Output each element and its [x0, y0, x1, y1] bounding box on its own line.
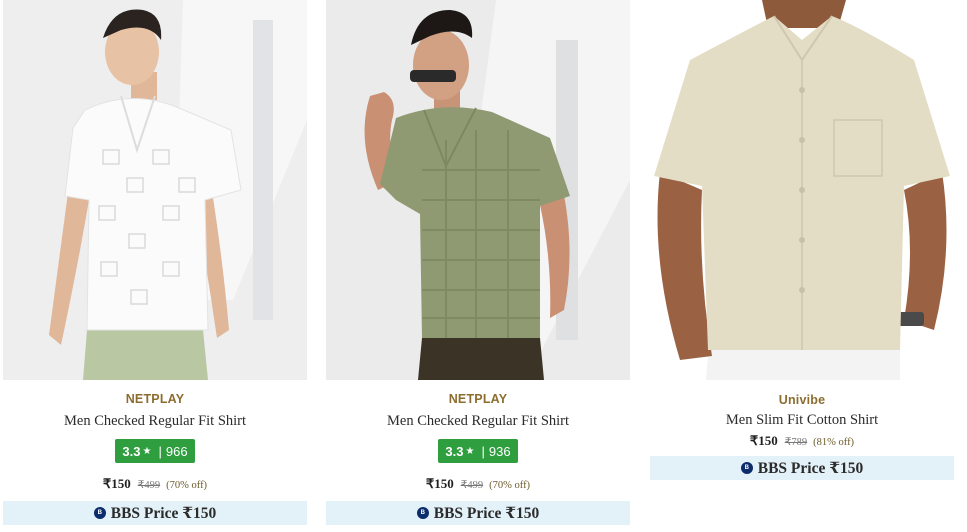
star-icon: ★ [465, 445, 475, 457]
product-title[interactable]: Men Slim Fit Cotton Shirt [650, 412, 954, 429]
olive-checked-shirt-image [326, 0, 630, 380]
bbs-price-bar: B BBS Price ₹150 [3, 501, 307, 525]
star-icon: ★ [142, 445, 152, 457]
white-checked-shirt-image [3, 0, 307, 380]
rating-separator: | [158, 443, 162, 459]
selling-price: ₹150 [749, 433, 778, 448]
mrp-price: ₹499 [137, 480, 161, 491]
selling-price: ₹150 [102, 476, 131, 491]
rating-separator: | [481, 443, 485, 459]
bbs-price-label: BBS Price ₹150 [110, 505, 217, 522]
bbs-logo-icon: B [93, 507, 106, 519]
selling-price: ₹150 [425, 476, 454, 491]
product-card[interactable]: NETPLAY Men Checked Regular Fit Shirt 3.… [3, 0, 307, 525]
product-brand: NETPLAY [125, 392, 185, 406]
product-title[interactable]: Men Checked Regular Fit Shirt [3, 413, 307, 430]
price-row: ₹150 ₹499 (70% off) [326, 475, 630, 493]
bbs-logo-icon: B [740, 462, 753, 474]
product-image[interactable] [650, 0, 954, 380]
rating-value: 3.3 [445, 443, 464, 459]
discount-text: (70% off) [166, 480, 208, 491]
product-card[interactable]: Univibe Men Slim Fit Cotton Shirt ₹150 ₹… [650, 0, 954, 480]
mrp-price: ₹789 [784, 437, 808, 448]
rating-count: 966 [165, 443, 188, 459]
bbs-price-label: BBS Price ₹150 [757, 460, 864, 477]
product-brand: NETPLAY [448, 392, 508, 406]
bbs-price-bar: B BBS Price ₹150 [326, 501, 630, 525]
price-row: ₹150 ₹499 (70% off) [3, 475, 307, 493]
discount-text: (70% off) [489, 480, 531, 491]
beige-cotton-shirt-image [650, 0, 954, 380]
rating-value: 3.3 [122, 443, 141, 459]
product-card[interactable]: NETPLAY Men Checked Regular Fit Shirt 3.… [326, 0, 630, 525]
discount-text: (81% off) [813, 437, 855, 448]
bbs-price-label: BBS Price ₹150 [433, 505, 540, 522]
product-title[interactable]: Men Checked Regular Fit Shirt [326, 413, 630, 430]
rating-count: 936 [488, 443, 511, 459]
rating-badge: 3.3 ★ | 936 [438, 439, 518, 463]
product-image[interactable] [326, 0, 630, 380]
product-image[interactable] [3, 0, 307, 380]
price-row: ₹150 ₹789 (81% off) [650, 432, 954, 450]
mrp-price: ₹499 [460, 480, 484, 491]
rating-badge: 3.3 ★ | 966 [115, 439, 195, 463]
bbs-price-bar: B BBS Price ₹150 [650, 456, 954, 480]
product-brand: Univibe [778, 393, 826, 407]
bbs-logo-icon: B [416, 507, 429, 519]
